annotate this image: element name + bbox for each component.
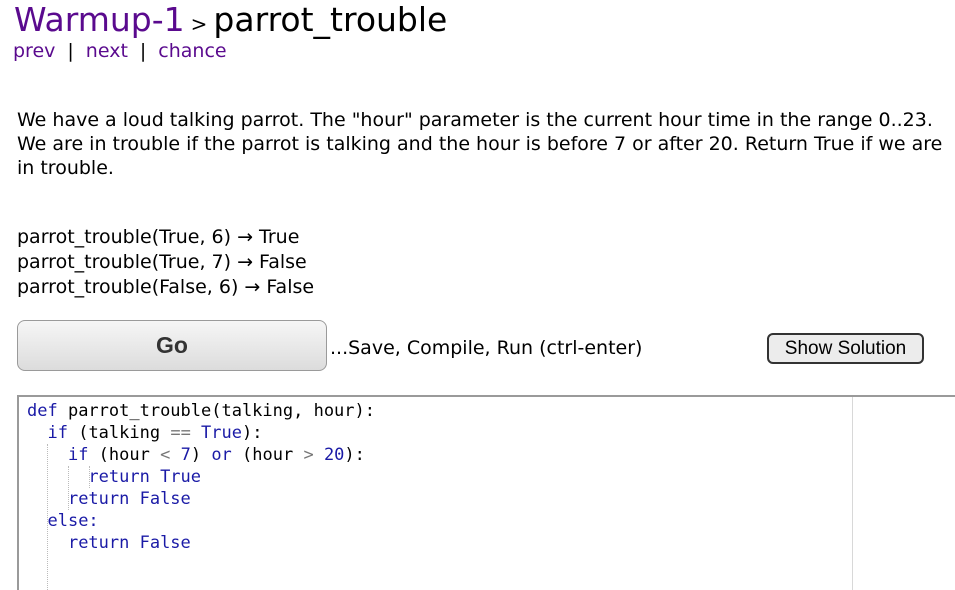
problem-nav: prev | next | chance — [13, 40, 227, 62]
code-line: else: — [47, 511, 99, 531]
prev-link[interactable]: prev — [13, 40, 55, 62]
example-line: parrot_trouble(False, 6) → False — [17, 276, 315, 298]
page-title: parrot_trouble — [213, 0, 448, 39]
go-button[interactable]: Go — [17, 320, 327, 371]
example-line: parrot_trouble(True, 6) → True — [17, 226, 300, 248]
breadcrumb-section-link[interactable]: Warmup-1 — [14, 0, 185, 39]
breadcrumb: Warmup-1 > parrot_trouble — [14, 0, 447, 39]
code-line: if (hour < 7) or (hour > 20): — [67, 445, 365, 465]
problem-description: We have a loud talking parrot. The "hour… — [17, 109, 943, 179]
breadcrumb-separator: > — [190, 12, 208, 36]
next-link[interactable]: next — [86, 40, 128, 62]
code-line: return False — [67, 489, 191, 509]
code-line: return False — [67, 533, 191, 553]
code-editor[interactable]: def parrot_trouble(talking, hour): if (t… — [17, 395, 955, 590]
chance-link[interactable]: chance — [158, 40, 226, 62]
nav-divider: | — [139, 40, 147, 62]
code-line: def parrot_trouble(talking, hour): — [27, 401, 375, 421]
nav-divider: | — [67, 40, 74, 62]
examples-list: parrot_trouble(True, 6) → True parrot_tr… — [17, 225, 314, 300]
example-line: parrot_trouble(True, 7) → False — [17, 251, 307, 273]
code-text[interactable]: def parrot_trouble(talking, hour): if (t… — [27, 400, 375, 554]
code-line: if (talking == True): — [47, 423, 263, 443]
show-solution-button[interactable]: Show Solution — [767, 333, 924, 364]
print-margin-line — [852, 397, 853, 590]
go-hint: ...Save, Compile, Run (ctrl-enter) — [330, 337, 643, 359]
code-line: return True — [88, 467, 202, 487]
